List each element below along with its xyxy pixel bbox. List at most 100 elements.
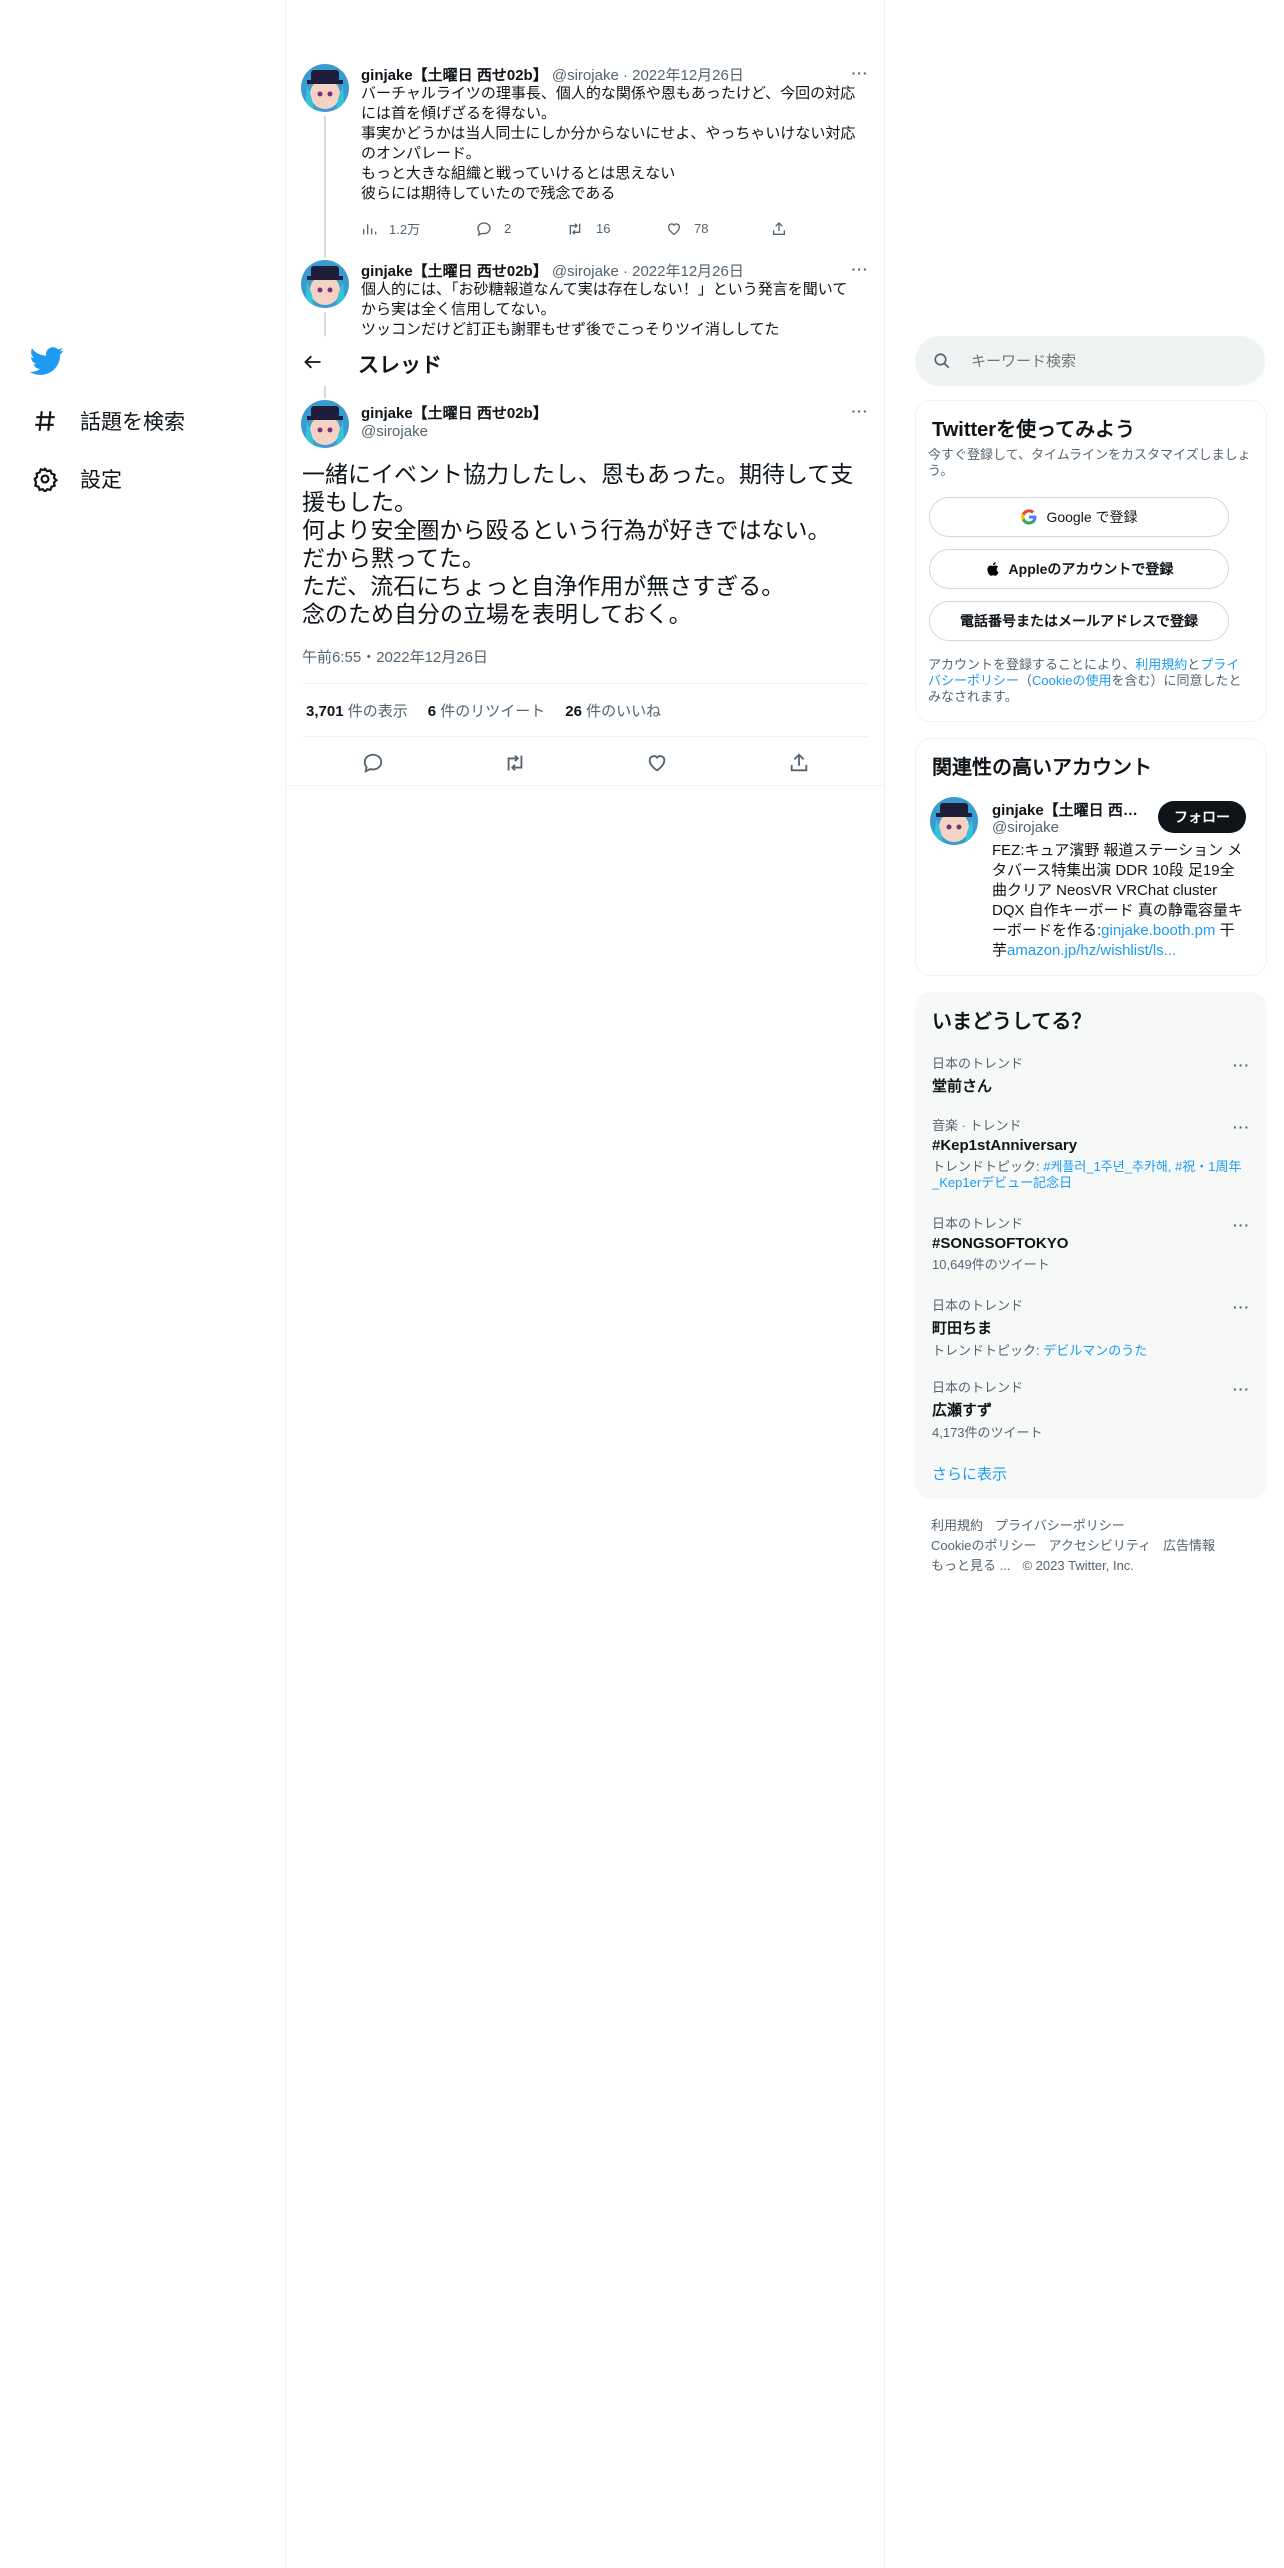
tweet-line: には首を傾げざるを得ない。 — [361, 105, 557, 122]
trend-name: 広瀬すず — [932, 1402, 993, 1419]
likes-stat[interactable]: 26 件のいいね — [565, 700, 661, 721]
tweet-line: 個人的には、「お砂糖報道なんて実は存在しない！」という発言を聞いて — [361, 281, 848, 298]
trend-topic-link[interactable]: デビルマンのうた — [1043, 1343, 1147, 1358]
retweets-stat[interactable]: 6 件のリツイート — [428, 700, 546, 721]
share-icon — [773, 221, 785, 235]
author-handle[interactable]: @sirojake — [361, 423, 428, 440]
reply-icon — [477, 221, 491, 236]
author-name[interactable]: ginjake【土曜日 西せ02b】 — [361, 263, 548, 280]
nav-explore-label: 話題を検索 — [80, 411, 185, 434]
back-arrow-icon[interactable] — [300, 349, 326, 375]
bio-link[interactable]: ginjake.booth.pm — [1101, 922, 1215, 939]
trend-item[interactable]: 日本のトレンド #SONGSOFTOKYO 10,649件のツイート ··· — [932, 1213, 1252, 1273]
retweet-icon — [569, 222, 581, 235]
retweets-number: 6 — [427, 703, 437, 720]
footer-cookie-link[interactable]: Cookieのポリシー — [931, 1538, 1036, 1553]
trend-item[interactable]: 日本のトレンド 町田ちま トレンドトピック: デビルマンのうた ··· — [932, 1295, 1252, 1359]
tweet-line: ただ、流石にちょっと自浄作用が無さすぎる。 — [302, 573, 785, 599]
account-handle[interactable]: @sirojake — [992, 819, 1059, 836]
tweet-line: から実は全く信用してない。 — [361, 301, 556, 318]
author-meta: @sirojake · 2022年12月26日 — [551, 67, 744, 84]
author-name[interactable]: ginjake【土曜日 西せ02b】 — [361, 402, 548, 423]
show-more-link[interactable]: さらに表示 — [932, 1463, 1007, 1484]
tweet-line: 念のため自分の立場を表明しておく。 — [302, 601, 692, 627]
tweet-line: 何より安全圏から殴るという行為が好きではない。 — [302, 517, 831, 543]
google-icon — [1021, 509, 1037, 525]
like-button[interactable]: 78 — [666, 219, 771, 238]
footer-privacy-link[interactable]: プライバシーポリシー — [995, 1518, 1125, 1533]
thread-connector — [324, 386, 326, 398]
trend-category: 日本のトレンド — [932, 1298, 1024, 1313]
heart-icon — [667, 222, 681, 235]
apple-signup-button[interactable]: Appleのアカウントで登録 — [929, 549, 1229, 589]
tweet-line: もっと大きな組織と戦っていけるとは思えない — [361, 165, 676, 182]
related-title: 関連性の高いアカウント — [932, 757, 1152, 779]
more-options-icon[interactable]: ··· — [1233, 1119, 1250, 1135]
footer-ads-link[interactable]: 広告情報 — [1163, 1538, 1215, 1553]
more-options-icon[interactable]: ··· — [1233, 1299, 1250, 1315]
trend-category: 音楽 · トレンド — [932, 1118, 1022, 1133]
trends-card: いまどうしてる？ 日本のトレンド 堂前さん ··· 音楽 · トレンド #Kep… — [915, 992, 1267, 1499]
cookie-link[interactable]: Cookieの使用 — [1032, 673, 1111, 688]
divider — [302, 683, 868, 684]
search-icon — [933, 352, 951, 370]
more-options-icon[interactable]: ··· — [849, 402, 871, 420]
more-options-icon[interactable]: ··· — [1233, 1381, 1250, 1397]
footer-terms-link[interactable]: 利用規約 — [931, 1518, 983, 1533]
trends-title: いまどうしてる？ — [932, 1011, 1092, 1033]
footer-more-link[interactable]: もっと見る ... — [931, 1558, 1010, 1573]
views-stat[interactable]: 3,701 件の表示 — [306, 700, 408, 721]
follow-button[interactable]: フォロー — [1158, 801, 1246, 833]
more-options-icon[interactable]: ··· — [1233, 1217, 1250, 1233]
nav-explore[interactable]: 話題を検索 — [30, 401, 185, 441]
retweet-icon[interactable] — [500, 748, 530, 778]
more-options-icon[interactable]: ··· — [849, 64, 871, 82]
tweet-actions: 1.2万 2 16 78 — [361, 219, 799, 238]
trend-item[interactable]: 日本のトレンド 広瀬すず 4,173件のツイート ··· — [932, 1377, 1252, 1441]
hashtag-icon — [30, 406, 60, 436]
bio-link[interactable]: amazon.jp/hz/wishlist/ls... — [1007, 942, 1176, 959]
twitter-logo-icon[interactable] — [29, 344, 64, 378]
footer-copyright: © 2023 Twitter, Inc. — [1022, 1558, 1134, 1573]
retweets-label: 件のリツイート — [436, 703, 546, 720]
avatar[interactable] — [301, 64, 349, 112]
heart-icon[interactable] — [642, 748, 672, 778]
more-options-icon[interactable]: ··· — [1233, 1057, 1250, 1073]
trend-item[interactable]: 音楽 · トレンド #Kep1stAnniversary トレンドトピック: #… — [932, 1115, 1252, 1191]
share-icon[interactable] — [784, 748, 814, 778]
tweet-text: バーチャルライツの理事長、個人的な関係や恩もあったけど、今回の対応 には首を傾げ… — [361, 84, 861, 204]
more-options-icon[interactable]: ··· — [849, 260, 871, 278]
avatar[interactable] — [930, 797, 978, 845]
thread-tweet[interactable]: ginjake【土曜日 西せ02b】 @sirojake · 2022年12月2… — [301, 64, 871, 258]
avatar[interactable] — [301, 260, 349, 308]
search-bar[interactable] — [915, 336, 1265, 386]
phone-email-signup-button[interactable]: 電話番号またはメールアドレスで登録 — [929, 601, 1229, 641]
trend-name: 堂前さん — [932, 1078, 993, 1095]
nav-settings[interactable]: 設定 — [30, 459, 122, 499]
tweet-header: ginjake【土曜日 西せ02b】 @sirojake · 2022年12月2… — [361, 64, 744, 85]
share-button[interactable] — [771, 219, 799, 238]
author-name[interactable]: ginjake【土曜日 西せ02b】 — [361, 67, 548, 84]
focus-tweet-header: ginjake【土曜日 西せ02b】 @sirojake ··· — [301, 386, 871, 456]
terms-link[interactable]: 利用規約 — [1135, 657, 1187, 672]
signup-title: Twitterを使ってみよう — [932, 419, 1136, 441]
views-button[interactable]: 1.2万 — [361, 219, 476, 238]
legal-text: アカウントを登録することにより、 — [928, 657, 1136, 672]
tweet-timestamp[interactable]: 午前6:55・2022年12月26日 — [302, 646, 488, 667]
reply-icon[interactable] — [358, 748, 388, 778]
likes-label: 件のいいね — [581, 703, 662, 720]
trend-item[interactable]: 日本のトレンド 堂前さん ··· — [932, 1053, 1252, 1096]
focus-tweet-actions — [302, 744, 868, 780]
tweet-stats: 3,701 件の表示 6 件のリツイート 26 件のいいね — [306, 700, 681, 721]
account-name[interactable]: ginjake【土曜日 西せ02b】 — [992, 799, 1152, 820]
footer-accessibility-link[interactable]: アクセシビリティ — [1048, 1538, 1151, 1553]
avatar[interactable] — [301, 400, 349, 448]
related-accounts-card: 関連性の高いアカウント ginjake【土曜日 西せ02b】 @sirojake… — [915, 738, 1267, 976]
search-input[interactable] — [969, 351, 1233, 371]
account-bio: FEZ:キュア濱野 報道ステーション メタバース特集出演 DDR 10段 足19… — [992, 841, 1248, 961]
views-number: 3,701 — [306, 703, 344, 720]
reply-button[interactable]: 2 — [476, 219, 566, 238]
thread-tweet[interactable]: ginjake【土曜日 西せ02b】 @sirojake · 2022年12月2… — [301, 260, 871, 340]
retweet-button[interactable]: 16 — [566, 219, 666, 238]
google-signup-button[interactable]: Google で登録 — [929, 497, 1229, 537]
